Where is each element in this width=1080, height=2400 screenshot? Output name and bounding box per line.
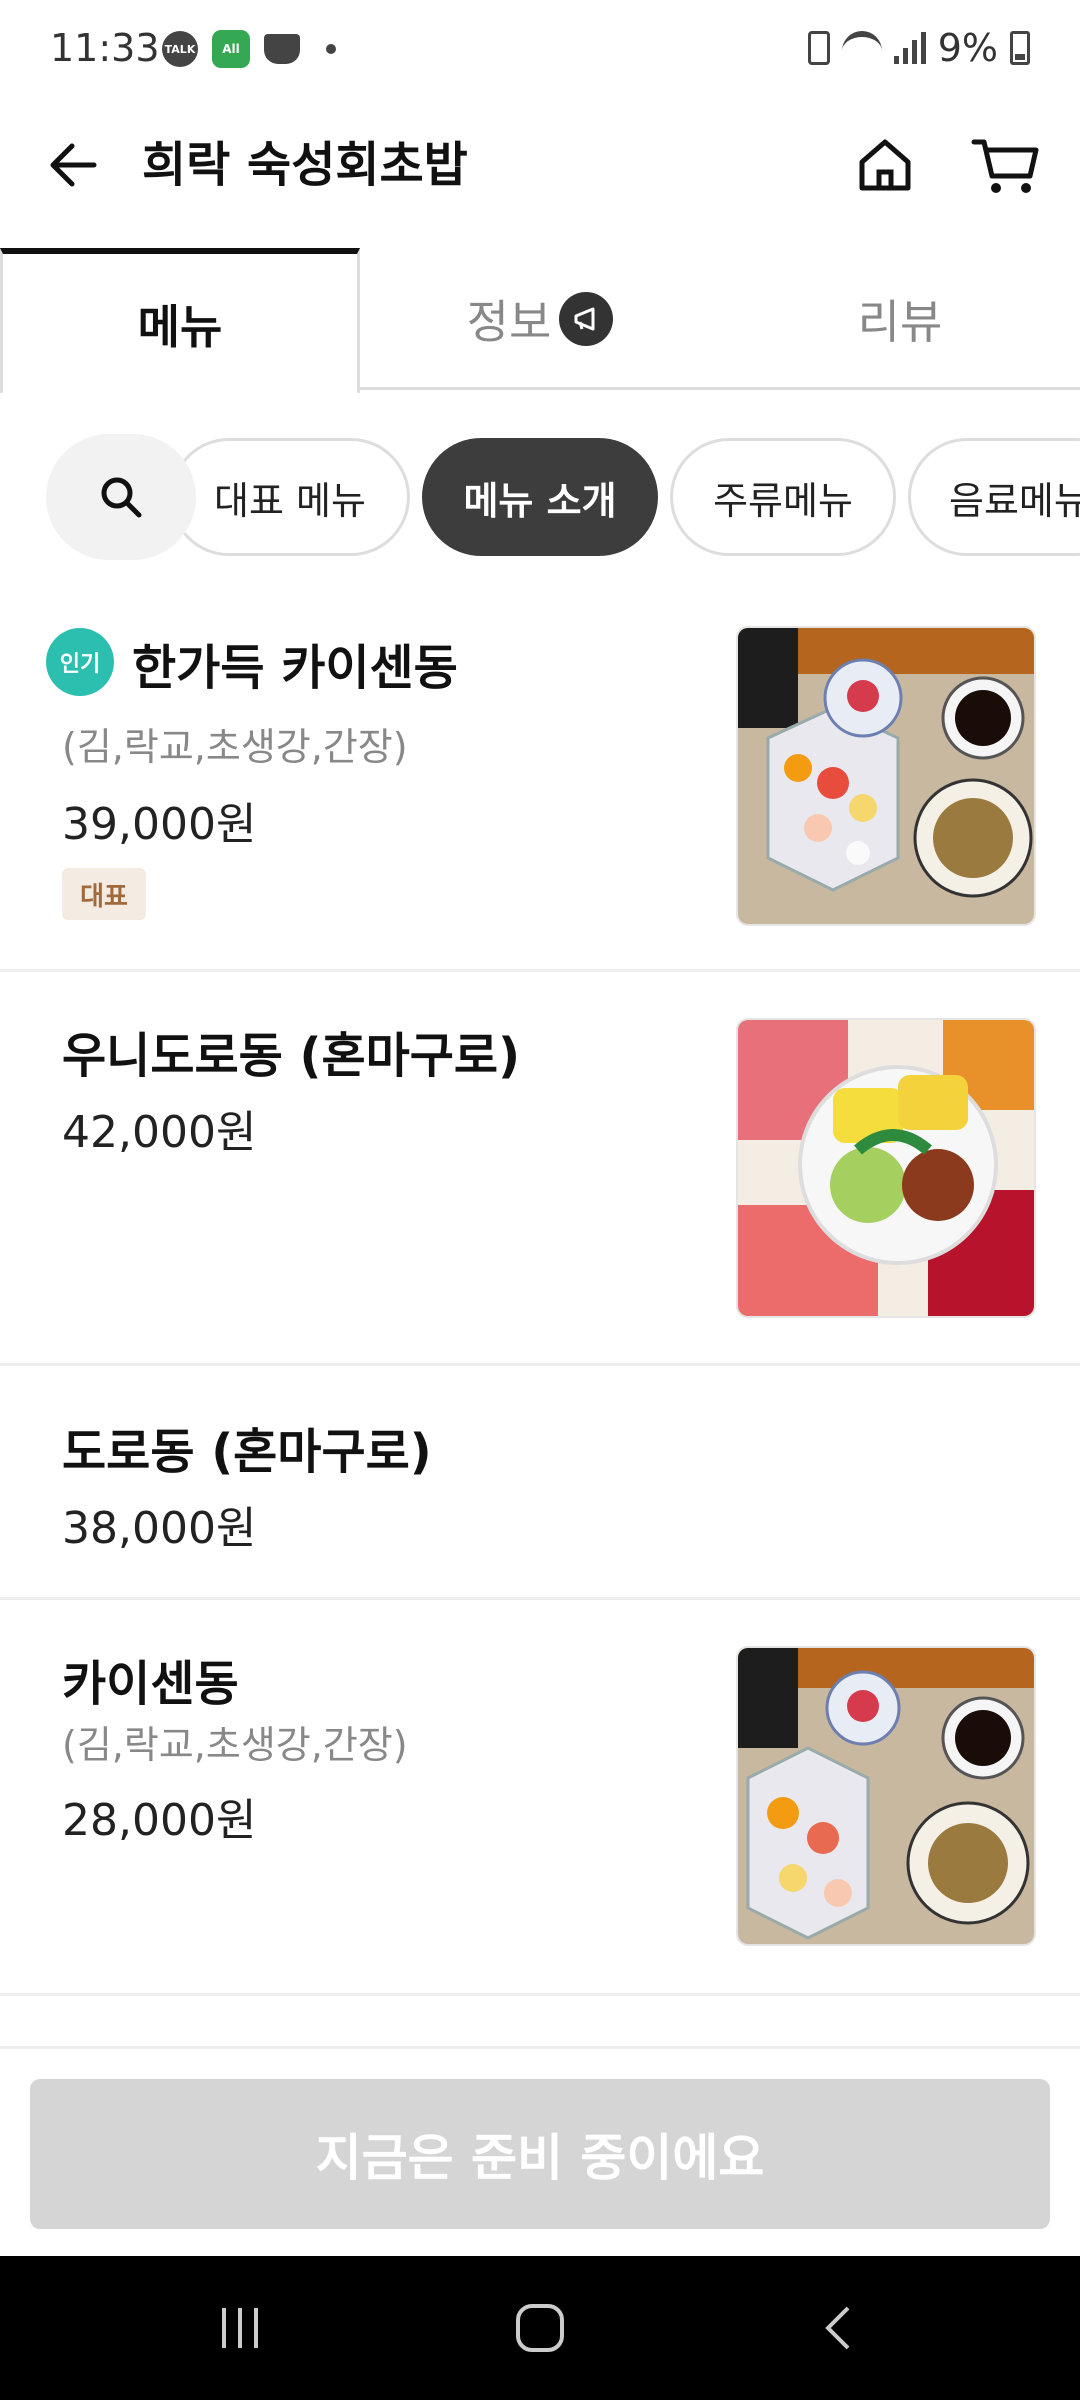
- chip-menu-intro[interactable]: 메뉴 소개: [422, 438, 658, 556]
- page-title: 희락 숙성회초밥: [142, 137, 468, 193]
- home-nav-button[interactable]: [500, 2288, 580, 2368]
- tab-label: 리뷰: [857, 295, 943, 349]
- megaphone-icon: [559, 292, 614, 346]
- battery-percent: 9%: [937, 26, 998, 70]
- tab-label: 메뉴: [137, 299, 223, 354]
- menu-item-price: 42,000원: [62, 1107, 257, 1158]
- menu-item[interactable]: 우니도로동 (혼마구로) 42,000원: [0, 972, 1080, 1366]
- chip-drink-menu[interactable]: 음료메뉴: [908, 438, 1080, 556]
- status-time: 11:33: [50, 26, 160, 70]
- tab-label: 정보: [466, 295, 552, 349]
- menu-item-photo: [736, 1018, 1036, 1318]
- back-arrow-icon: [50, 143, 97, 187]
- talk-icon: TALK: [162, 31, 198, 67]
- menu-item[interactable]: 인기 한가득 카이센동 (김,락교,초생강,간장) 39,000원 대표: [0, 600, 1080, 972]
- home-icon: [859, 139, 911, 191]
- tab-bar: 메뉴 정보 리뷰: [0, 248, 1080, 393]
- tab-menu[interactable]: 메뉴: [0, 248, 360, 393]
- bottom-action-bar: 지금은 준비 중이에요: [0, 2046, 1080, 2256]
- system-icons: 9%: [807, 26, 1030, 70]
- menu-search-button[interactable]: [46, 434, 196, 560]
- system-nav-bar: [0, 2256, 1080, 2400]
- category-chips: 대표 메뉴 메뉴 소개 주류메뉴 음료메뉴: [0, 434, 1080, 560]
- menu-item-name: 카이센동: [62, 1656, 239, 1712]
- menu-item-price: 38,000원: [62, 1503, 257, 1554]
- cart-button[interactable]: [968, 130, 1044, 200]
- coffee-icon: [264, 34, 300, 64]
- recent-apps-icon: [222, 2308, 258, 2348]
- back-nav-button[interactable]: [800, 2288, 880, 2368]
- order-button[interactable]: 지금은 준비 중이에요: [30, 2079, 1050, 2229]
- home-nav-icon: [516, 2304, 564, 2352]
- menu-item-desc: (김,락교,초생강,간장): [62, 1723, 408, 1767]
- recent-apps-button[interactable]: [200, 2288, 280, 2368]
- chip-liquor-menu[interactable]: 주류메뉴: [670, 438, 896, 556]
- tab-info[interactable]: 정보: [360, 248, 720, 390]
- popular-badge: 인기: [46, 628, 114, 696]
- back-button[interactable]: [40, 130, 110, 200]
- chip-label: 메뉴 소개: [463, 478, 617, 523]
- menu-item-photo: [736, 1646, 1036, 1946]
- home-button[interactable]: [850, 130, 920, 200]
- notification-icons: TALK All: [162, 30, 336, 68]
- menu-item-price: 28,000원: [62, 1795, 257, 1846]
- app-header: 희락 숙성회초밥: [0, 110, 1080, 220]
- cart-icon: [971, 139, 1039, 193]
- chip-label: 주류메뉴: [713, 478, 853, 523]
- signal-icon: [893, 32, 926, 64]
- back-nav-icon: [825, 2306, 850, 2350]
- dot-icon: [326, 44, 336, 54]
- menu-item-name: 도로동 (혼마구로): [62, 1424, 432, 1480]
- menu-item-price: 39,000원: [62, 799, 257, 850]
- menu-item-photo: [736, 626, 1036, 926]
- signature-tag: 대표: [62, 868, 146, 920]
- chip-signature-menu[interactable]: 대표 메뉴: [170, 438, 410, 556]
- menu-item-name: 한가득 카이센동: [132, 640, 458, 696]
- tab-review[interactable]: 리뷰: [720, 248, 1080, 390]
- menu-item[interactable]: 카이센동 (김,락교,초생강,간장) 28,000원: [0, 1600, 1080, 1996]
- search-icon: [101, 477, 142, 518]
- wifi-icon: [841, 31, 882, 65]
- menu-item-name: 우니도로동 (혼마구로): [62, 1028, 521, 1084]
- chip-label: 대표 메뉴: [214, 478, 366, 523]
- battery-icon: [1010, 31, 1030, 65]
- menu-item-desc: (김,락교,초생강,간장): [62, 725, 408, 769]
- app-icon: All: [212, 30, 250, 68]
- battery-saver-icon: [807, 31, 830, 65]
- status-bar: 11:33 TALK All 9%: [0, 0, 1080, 100]
- chip-label: 음료메뉴: [949, 478, 1080, 523]
- menu-item[interactable]: 도로동 (혼마구로) 38,000원: [0, 1366, 1080, 1600]
